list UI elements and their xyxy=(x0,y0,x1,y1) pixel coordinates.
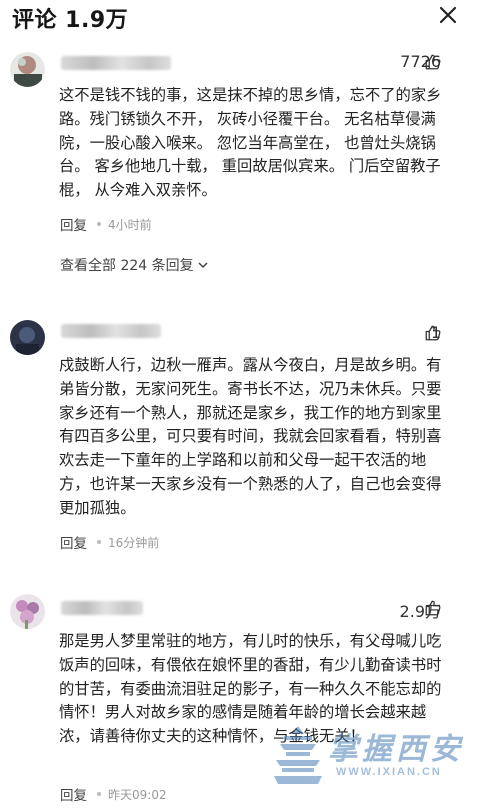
close-icon[interactable] xyxy=(436,3,460,27)
watermark-text: 掌握西安 xyxy=(328,732,464,767)
reply-button[interactable]: 回复 xyxy=(60,532,87,552)
comment-time: 昨天09:02 xyxy=(108,787,167,802)
reply-button[interactable]: 回复 xyxy=(60,214,87,234)
comment-text: 这不是钱不钱的事，这是抹不掉的思乡情，忘不了的家乡路。残门锈锁久不开， 灰砖小径… xyxy=(59,86,442,200)
avatar[interactable] xyxy=(10,52,45,87)
thumbs-up-icon[interactable] xyxy=(424,53,442,71)
reply-button[interactable]: 回复 xyxy=(60,784,87,804)
username-blurred[interactable] xyxy=(61,601,143,615)
watermark-url: WWW.IXIAN.CN xyxy=(336,766,442,778)
comment-time: 16分钟前 xyxy=(108,535,160,550)
username-blurred[interactable] xyxy=(61,324,161,338)
view-all-replies-label: 查看全部 224 条回复 xyxy=(60,258,194,274)
separator-dot xyxy=(97,792,101,796)
separator-dot xyxy=(97,540,101,544)
comment-time: 4小时前 xyxy=(108,217,152,232)
thumbs-up-icon[interactable] xyxy=(424,599,442,617)
view-all-replies-button[interactable]: 查看全部 224 条回复 xyxy=(60,255,209,275)
username-blurred[interactable] xyxy=(61,56,171,70)
chevron-down-icon xyxy=(198,262,208,269)
comments-title: 评论 1.9万 xyxy=(12,8,129,33)
comments-header: 评论 1.9万 xyxy=(0,0,489,36)
thumbs-up-icon[interactable] xyxy=(424,324,442,342)
comment-meta: 回复 4小时前 xyxy=(60,214,152,235)
avatar[interactable] xyxy=(10,594,45,629)
comment-meta: 回复 16分钟前 xyxy=(60,532,160,553)
comment-text: 戍鼓断人行，边秋一雁声。露从今夜白，月是故乡明。有弟皆分散，无家问死生。寄书长不… xyxy=(59,356,442,517)
site-watermark: 掌握西安 WWW.IXIAN.CN xyxy=(270,720,485,790)
avatar[interactable] xyxy=(10,320,45,355)
comment-meta: 回复 昨天09:02 xyxy=(60,784,167,805)
watermark-logo-icon xyxy=(272,722,324,788)
separator-dot xyxy=(97,222,101,226)
